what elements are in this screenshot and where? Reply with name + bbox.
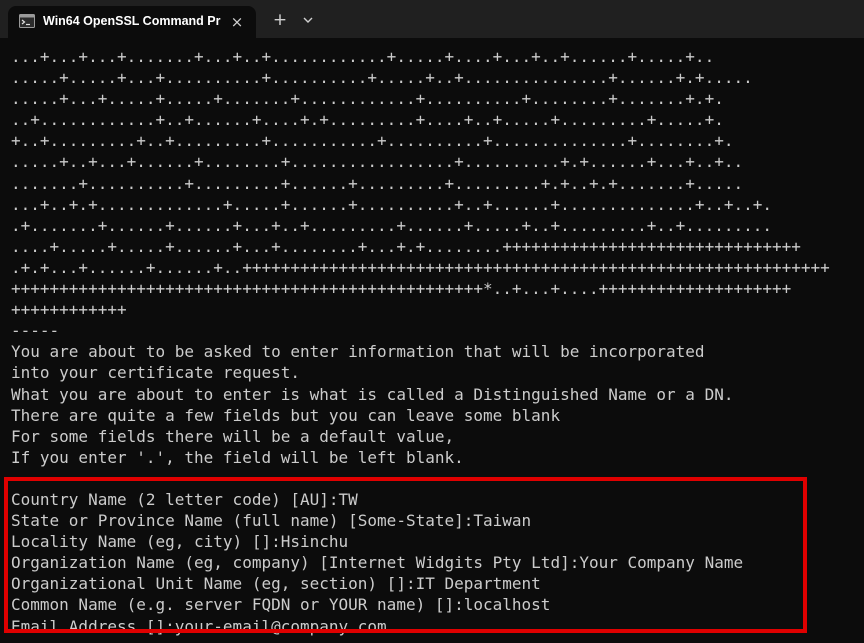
terminal-window: Win64 OpenSSL Command Pr × + ...+...+...… [0, 0, 864, 643]
tab-openssl-command-prompt[interactable]: Win64 OpenSSL Command Pr × [8, 6, 256, 38]
keygen-progress-line: +..+.........+..+.........+...........+.… [11, 131, 734, 151]
keygen-progress-line: .+.......+......+......+...+..+.........… [11, 215, 772, 235]
keygen-progress-line: ....+.....+.....+......+...+........+...… [11, 236, 801, 256]
info-line: You are about to be asked to enter infor… [11, 342, 705, 362]
highlight-annotation-box [4, 477, 807, 633]
keygen-progress-line: ...+...+...+.......+...+..+............+… [11, 47, 715, 66]
new-tab-button[interactable]: + [268, 9, 292, 31]
keygen-progress-line: ++++++++++++++++++++++++++++++++++++++++… [11, 279, 792, 299]
keygen-progress-line: ...+..+.+.............+.....+......+....… [11, 194, 772, 214]
close-tab-button[interactable]: × [226, 11, 248, 33]
info-line: into your certificate request. [11, 363, 300, 383]
separator-line: ----- [11, 321, 60, 341]
keygen-progress-line: .+.+...+......+......+..++++++++++++++++… [11, 257, 830, 277]
keygen-progress-line: .....+.....+...+..........+..........+..… [11, 68, 753, 88]
info-line: For some fields there will be a default … [11, 426, 455, 446]
terminal-output-area[interactable]: ...+...+...+.......+...+..+............+… [0, 38, 864, 643]
tab-bar: Win64 OpenSSL Command Pr × + [0, 0, 864, 38]
tab-title: Win64 OpenSSL Command Pr [43, 14, 221, 28]
keygen-progress-line: .....+...+.....+.....+.......+..........… [11, 89, 724, 109]
info-line: There are quite a few fields but you can… [11, 405, 561, 425]
tab-dropdown-button[interactable] [298, 9, 318, 31]
info-line: If you enter '.', the field will be left… [11, 447, 464, 467]
terminal-icon [19, 14, 35, 28]
keygen-progress-line: ++++++++++++ [11, 300, 127, 320]
chevron-down-icon [303, 17, 313, 23]
info-line: What you are about to enter is what is c… [11, 384, 734, 404]
keygen-progress-line: ..+............+..+......+....+.+.......… [11, 110, 724, 130]
keygen-progress-line: .......+..........+.........+......+....… [11, 173, 744, 193]
keygen-progress-line: .....+..+...+......+........+...........… [11, 152, 744, 172]
